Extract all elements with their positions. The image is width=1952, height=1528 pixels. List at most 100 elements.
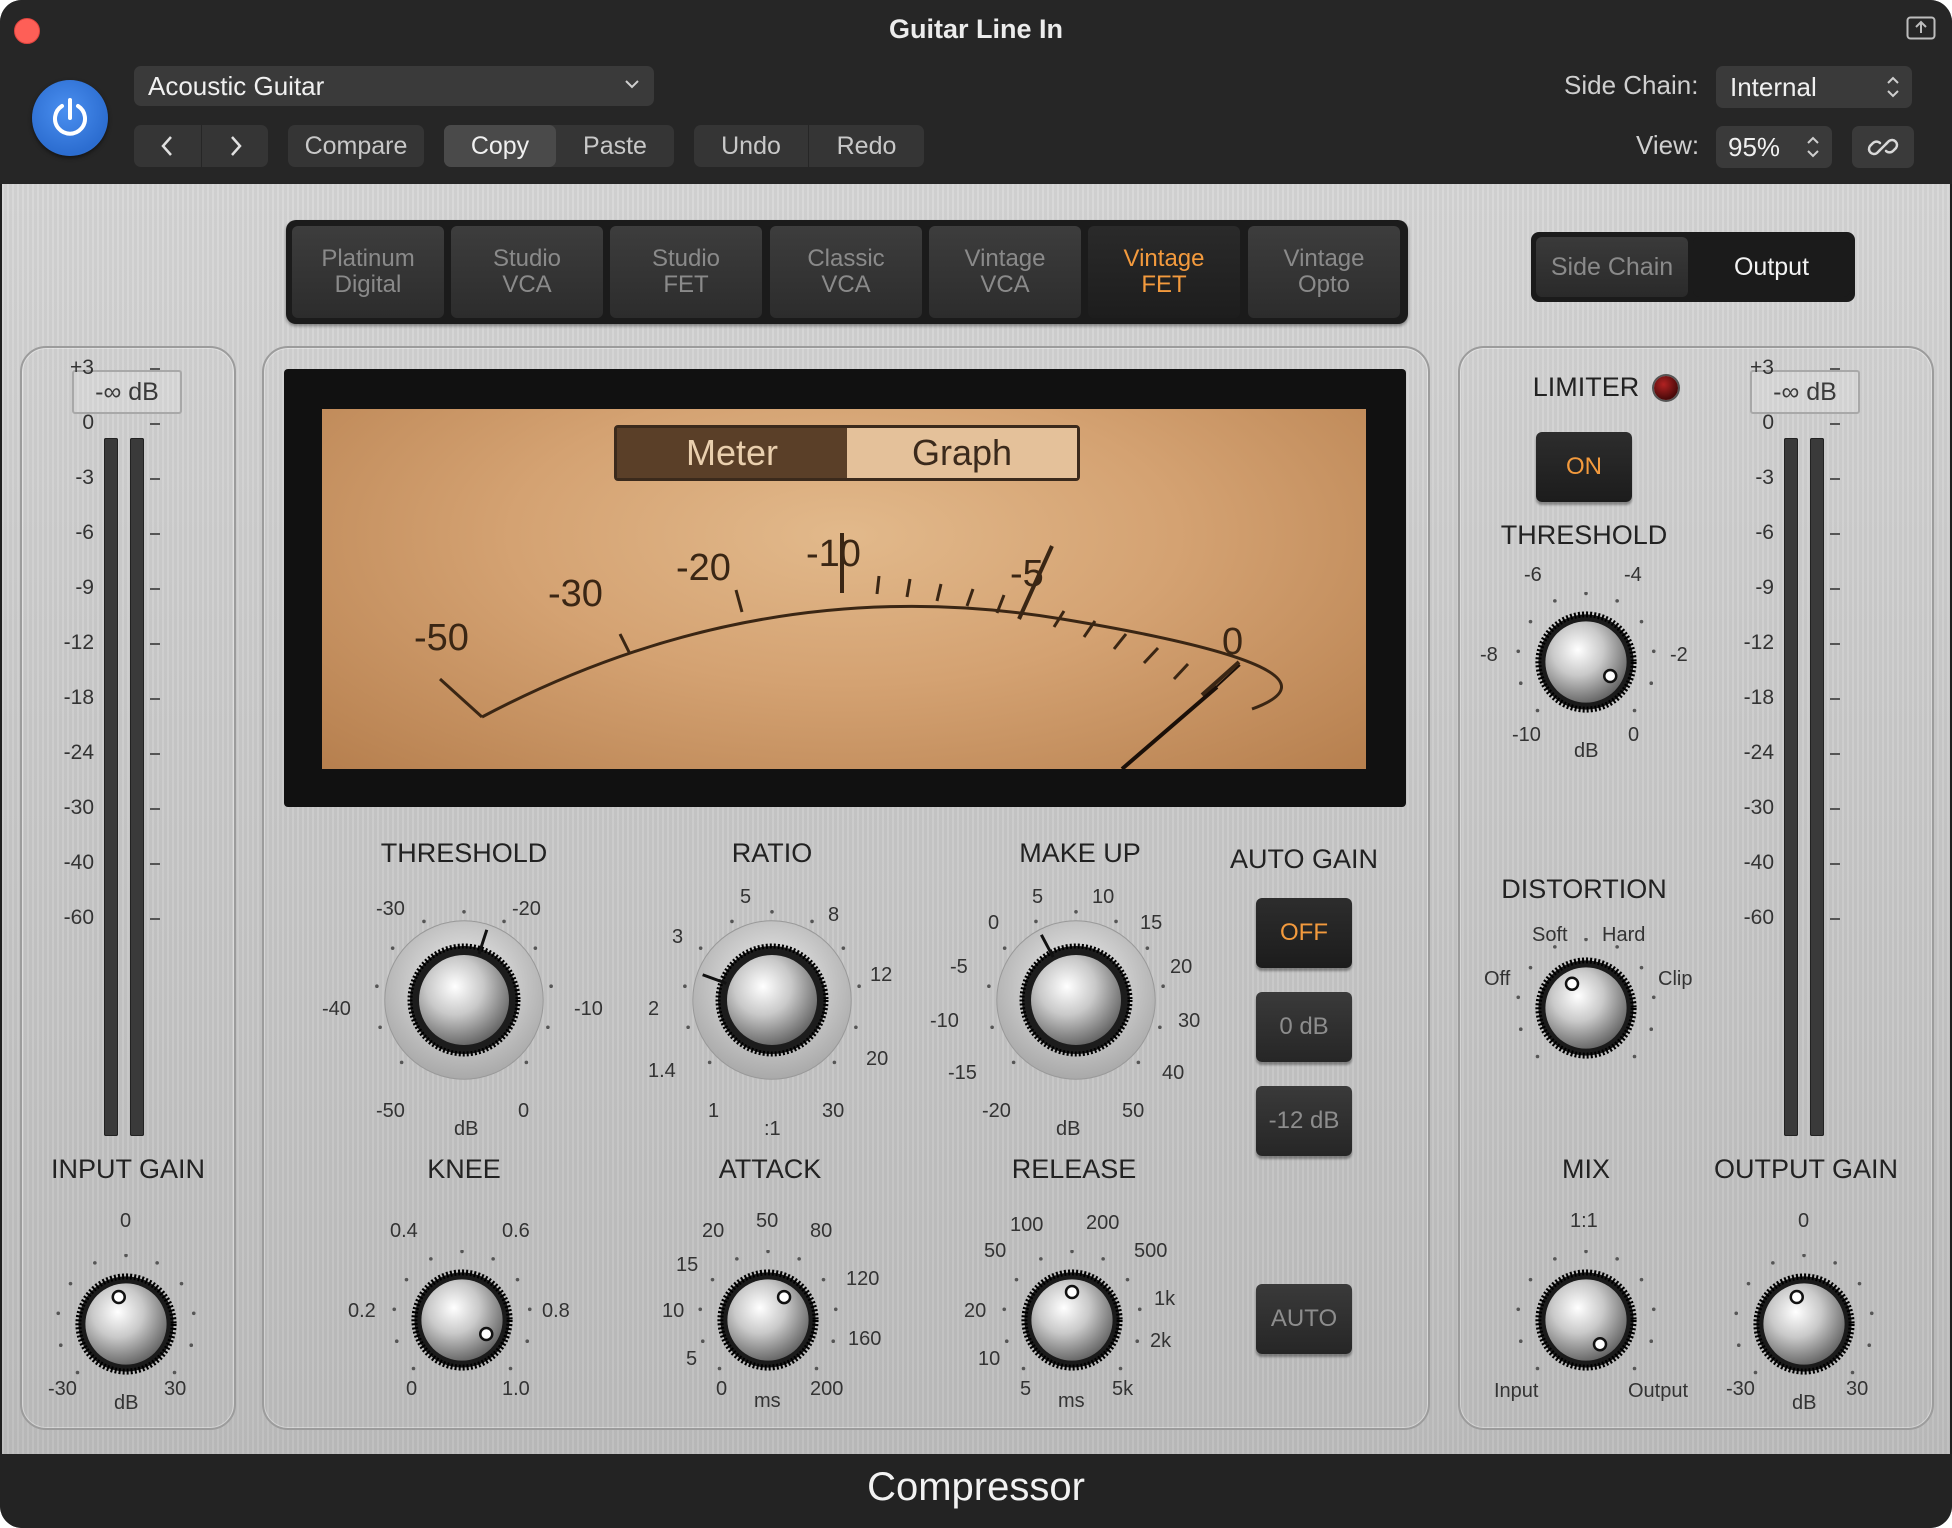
- release-title: RELEASE: [1011, 1154, 1137, 1184]
- tab-output[interactable]: Output: [1693, 237, 1850, 297]
- next-preset-button[interactable]: [201, 125, 268, 167]
- makeup-scale-label: 30: [1178, 1010, 1201, 1032]
- distortion-knob[interactable]: [1516, 937, 1656, 1078]
- type-studio-vca[interactable]: Studio VCA: [451, 226, 603, 318]
- redo-button[interactable]: Redo: [808, 125, 924, 167]
- window-title: Guitar Line In: [888, 14, 1063, 44]
- threshold-knob[interactable]: [374, 910, 554, 1090]
- threshold-unit: dB: [454, 1118, 479, 1140]
- meter-scale-label: +3: [70, 356, 94, 379]
- limiter-on-button[interactable]: ON: [1536, 432, 1632, 502]
- type-vintage-opto[interactable]: Vintage Opto: [1248, 226, 1400, 318]
- plugin-header: Guitar Line In Acoustic Guitar Compare C…: [0, 0, 1952, 184]
- ratio-scale-label: 20: [866, 1048, 889, 1070]
- attack-unit: ms: [754, 1390, 781, 1412]
- meter-scale-tick: [150, 478, 160, 480]
- ratio-knob[interactable]: [682, 910, 862, 1090]
- vu-meter-face: Meter Graph -50 -30 -20 -10 -5 0: [322, 409, 1366, 769]
- type-label: Digital: [334, 271, 402, 298]
- type-vintage-fet[interactable]: Vintage FET: [1088, 226, 1240, 318]
- previous-preset-button[interactable]: [134, 125, 201, 167]
- ratio-unit: :1: [764, 1118, 781, 1140]
- view-zoom-value: 95%: [1728, 132, 1781, 162]
- makeup-knob[interactable]: [986, 910, 1166, 1090]
- meter-scale-tick: [150, 753, 160, 755]
- mix-knob[interactable]: [1516, 1249, 1656, 1390]
- vu-scale-graphic: [438, 533, 1283, 769]
- mix-top-label: 1:1: [1570, 1210, 1598, 1232]
- share-window-icon[interactable]: [1906, 16, 1936, 40]
- meter-scale-label: -9: [75, 576, 94, 599]
- ratio-scale-label: 5: [740, 886, 752, 908]
- knee-title: KNEE: [427, 1154, 501, 1184]
- knob-graphic: [392, 1249, 532, 1371]
- meter-scale-tick: [1830, 863, 1840, 865]
- knee-knob[interactable]: [392, 1249, 532, 1390]
- auto-gain-off-button[interactable]: OFF: [1256, 898, 1352, 968]
- output-gain-top-label: 0: [1798, 1210, 1810, 1232]
- threshold-title: THRESHOLD: [380, 838, 548, 868]
- view-tabs: Side Chain Output: [1531, 232, 1855, 302]
- attack-scale-label: 10: [662, 1300, 685, 1322]
- ratio-scale-label: 30: [822, 1100, 845, 1122]
- meter-scale-label: -9: [1755, 576, 1774, 599]
- attack-knob[interactable]: [698, 1249, 838, 1390]
- vu-label-minus5: -5: [1010, 553, 1044, 595]
- meter-scale-label: -18: [1743, 686, 1774, 709]
- auto-gain-0db-button[interactable]: 0 dB: [1256, 992, 1352, 1062]
- meter-scale-label: -30: [63, 796, 94, 819]
- meter-scale-label: -24: [63, 741, 94, 764]
- limiter-scale-label: -6: [1524, 564, 1542, 586]
- link-button[interactable]: [1852, 126, 1914, 168]
- meter-scale-label: 0: [82, 411, 94, 434]
- circuit-type-selector: Platinum Digital Studio VCA Studio FET C…: [286, 220, 1408, 324]
- type-label: VCA: [821, 271, 871, 298]
- type-vintage-vca[interactable]: Vintage VCA: [929, 226, 1081, 318]
- meter-scale-label: -18: [63, 686, 94, 709]
- auto-gain-minus12db-button[interactable]: -12 dB: [1256, 1086, 1352, 1156]
- output-gain-unit: dB: [1792, 1392, 1817, 1414]
- chevron-left-icon: [160, 136, 172, 156]
- compare-button[interactable]: Compare: [288, 125, 424, 167]
- bypass-power-button[interactable]: [32, 80, 108, 156]
- meter-scale-label: -40: [63, 851, 94, 874]
- chevron-down-icon: [625, 80, 639, 89]
- threshold-scale-label: -40: [322, 998, 351, 1020]
- sidechain-select[interactable]: Internal: [1716, 66, 1912, 108]
- undo-button[interactable]: Undo: [694, 125, 808, 167]
- type-classic-vca[interactable]: Classic VCA: [770, 226, 922, 318]
- output-gain-knob[interactable]: [1734, 1253, 1874, 1394]
- copy-button[interactable]: Copy: [444, 125, 556, 167]
- makeup-scale-label: -10: [930, 1010, 959, 1032]
- makeup-scale-label: 50: [1122, 1100, 1145, 1122]
- input-gain-knob[interactable]: [56, 1253, 196, 1394]
- limiter-threshold-knob[interactable]: [1516, 591, 1656, 732]
- release-auto-button[interactable]: AUTO: [1256, 1284, 1352, 1354]
- meter-scale-label: 0: [1762, 411, 1774, 434]
- output-meter-right: [1810, 438, 1824, 1136]
- attack-scale-label: 5: [686, 1348, 698, 1370]
- meter-scale-tick: [1830, 533, 1840, 535]
- preset-menu[interactable]: Acoustic Guitar: [134, 66, 654, 106]
- meter-scale-label: -24: [1743, 741, 1774, 764]
- release-scale-label: 100: [1010, 1214, 1044, 1236]
- tab-side-chain[interactable]: Side Chain: [1536, 237, 1688, 297]
- input-gain-title: INPUT GAIN: [50, 1154, 206, 1184]
- type-label: Platinum: [321, 245, 415, 272]
- paste-button[interactable]: Paste: [556, 125, 674, 167]
- copy-paste-group: Copy Paste: [444, 125, 674, 167]
- release-knob[interactable]: [1002, 1249, 1142, 1390]
- type-platinum-digital[interactable]: Platinum Digital: [292, 226, 444, 318]
- meter-scale-label: -40: [1743, 851, 1774, 874]
- knob-graphic: [683, 910, 861, 1080]
- view-label: View:: [1636, 130, 1700, 160]
- meter-scale-tick: [1830, 643, 1840, 645]
- knee-scale-label: 0.6: [502, 1220, 530, 1242]
- attack-scale-label: 15: [676, 1254, 699, 1276]
- knee-scale-label: 0.2: [348, 1300, 376, 1322]
- type-studio-fet[interactable]: Studio FET: [610, 226, 762, 318]
- output-gain-title: OUTPUT GAIN: [1713, 1154, 1899, 1184]
- input-gain-top-label: 0: [120, 1210, 132, 1232]
- view-zoom-select[interactable]: 95%: [1716, 126, 1832, 168]
- distortion-label-off: Off: [1484, 968, 1511, 990]
